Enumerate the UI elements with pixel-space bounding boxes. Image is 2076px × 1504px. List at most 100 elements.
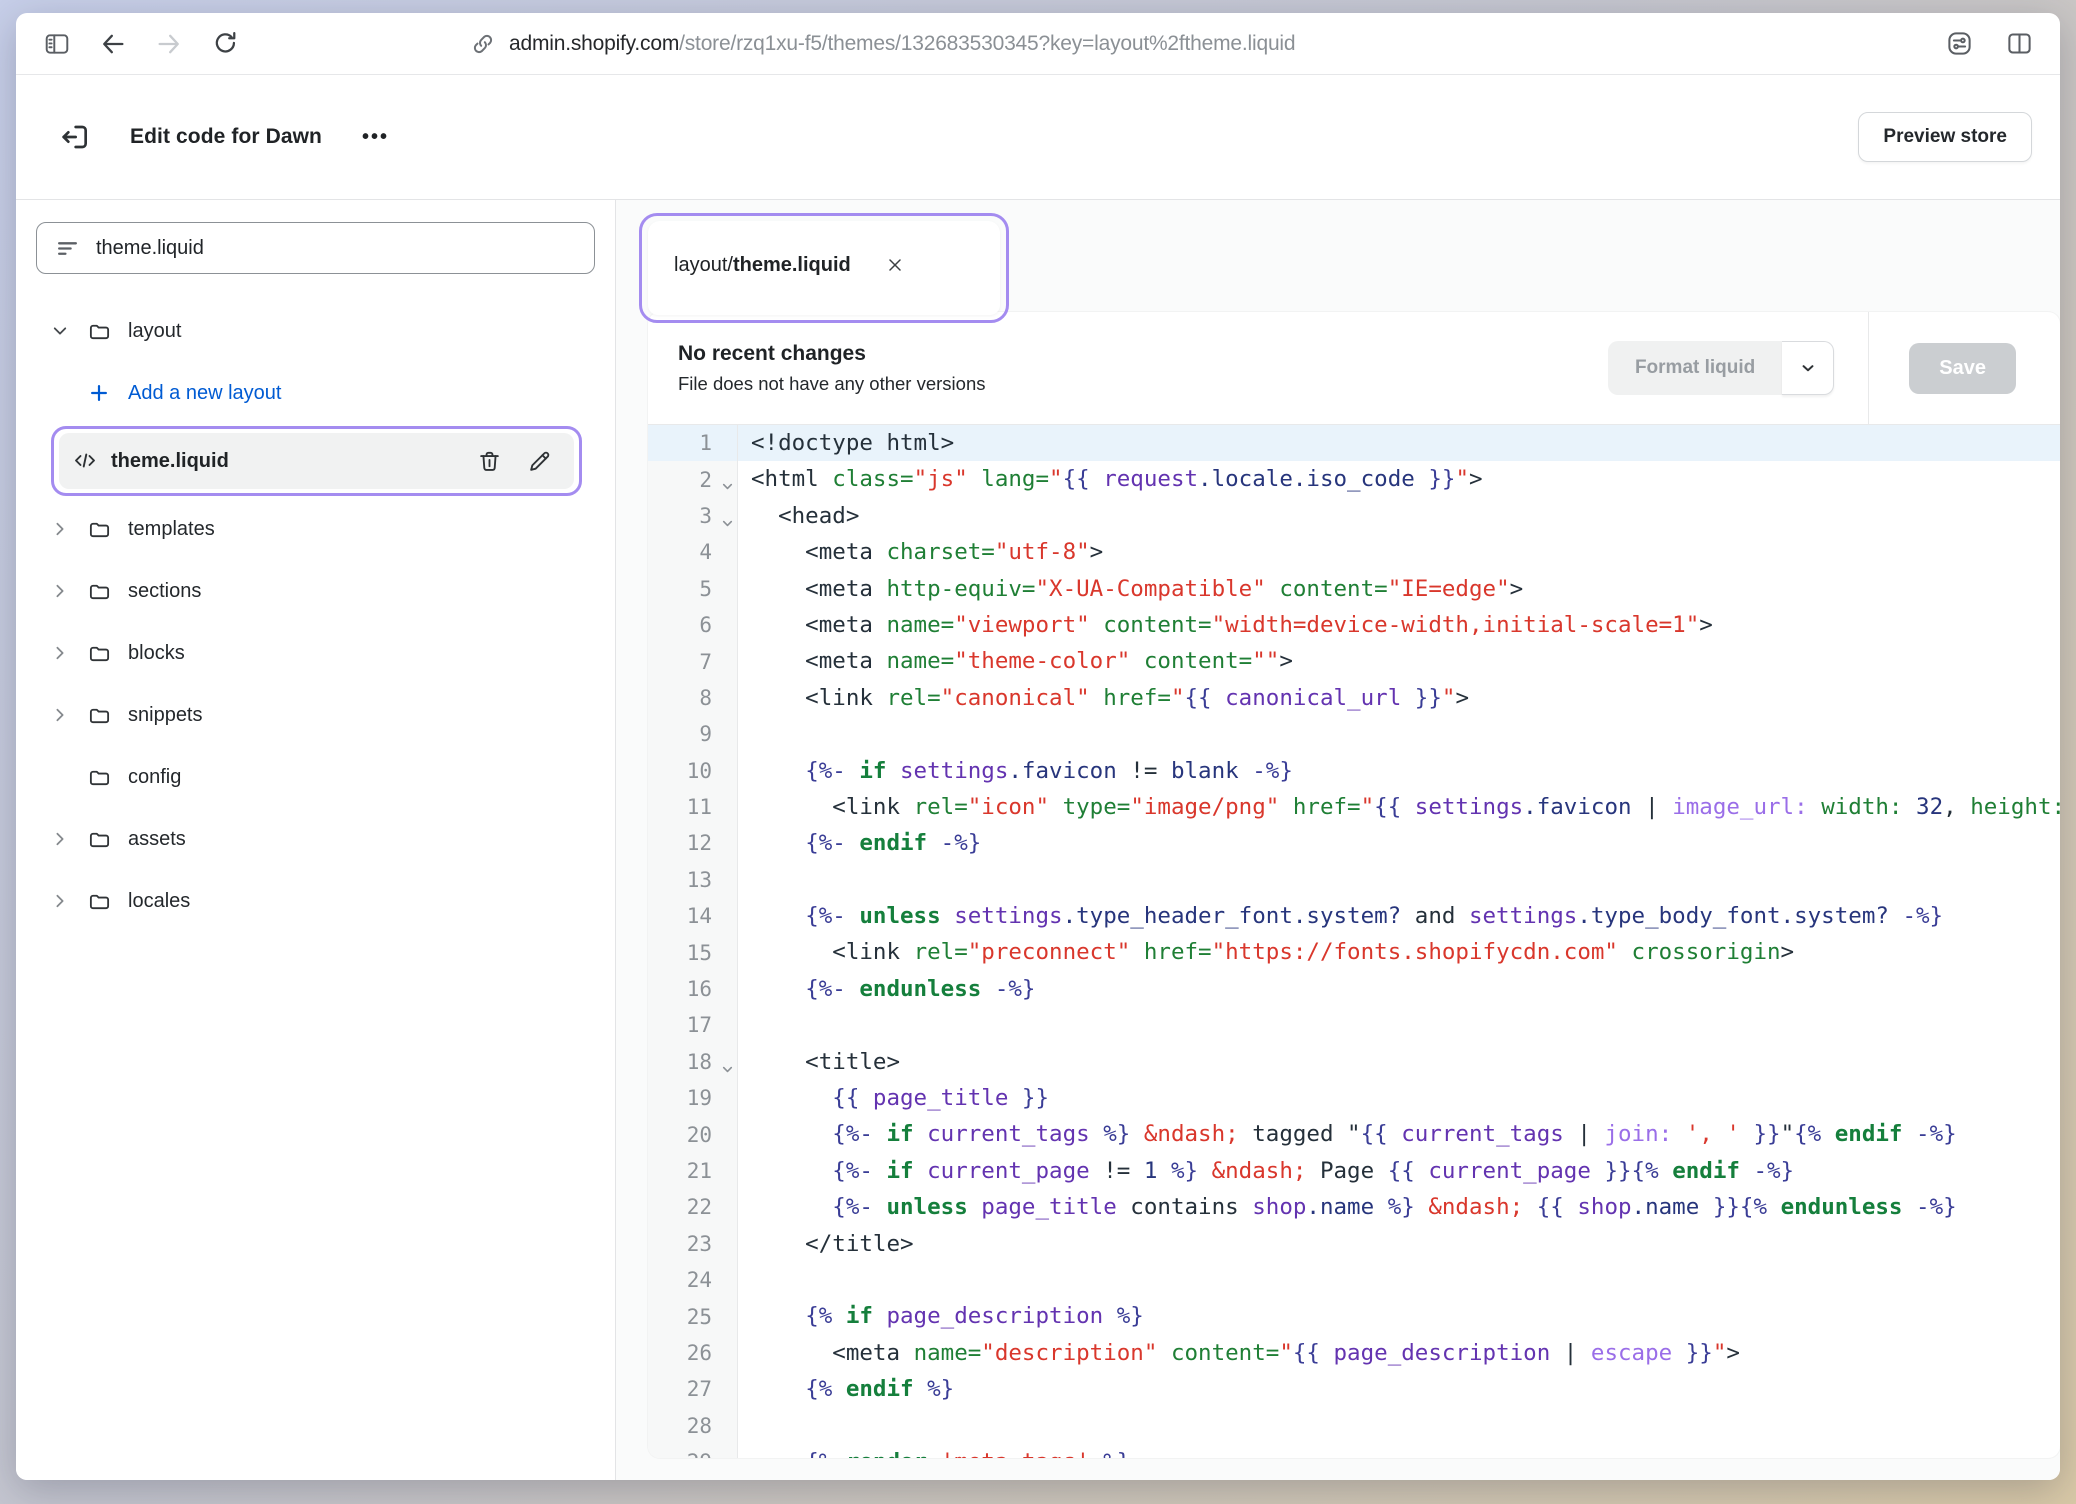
more-actions-button[interactable]: ••• bbox=[362, 126, 389, 149]
fold-toggle[interactable] bbox=[721, 1057, 734, 1081]
code-editor[interactable]: 1234567891011121314151617181920212223242… bbox=[648, 425, 2060, 1458]
folder-icon bbox=[88, 828, 111, 851]
sidebar-toggle-icon[interactable] bbox=[40, 27, 74, 61]
save-button[interactable]: Save bbox=[1909, 343, 2016, 394]
tree-chevron[interactable] bbox=[50, 582, 70, 600]
code-line-10[interactable]: {%- if settings.favicon != blank -%} bbox=[738, 753, 2060, 789]
browser-window: admin.shopify.com/store/rzq1xu-f5/themes… bbox=[16, 13, 2060, 1480]
line-number-26: 26 bbox=[648, 1335, 737, 1371]
back-icon[interactable] bbox=[96, 27, 130, 61]
fold-toggle[interactable] bbox=[721, 474, 734, 498]
format-liquid-button[interactable]: Format liquid bbox=[1608, 341, 1782, 395]
browser-settings-icon[interactable] bbox=[1942, 27, 1976, 61]
code-line-17[interactable] bbox=[738, 1007, 2060, 1043]
delete-file-button[interactable] bbox=[472, 444, 506, 478]
code-line-6[interactable]: <meta name="viewport" content="width=dev… bbox=[738, 607, 2060, 643]
sidebar-item-templates[interactable]: templates bbox=[36, 498, 595, 560]
code-line-8[interactable]: <link rel="canonical" href="{{ canonical… bbox=[738, 680, 2060, 716]
tab-file-name: theme.liquid bbox=[733, 254, 851, 277]
tree-chevron[interactable] bbox=[50, 644, 70, 662]
fold-chevron-icon bbox=[721, 480, 734, 493]
code-line-2[interactable]: <html class="js" lang="{{ request.locale… bbox=[738, 461, 2060, 497]
code-line-7[interactable]: <meta name="theme-color" content=""> bbox=[738, 643, 2060, 679]
fold-toggle[interactable] bbox=[721, 511, 734, 535]
line-number-9: 9 bbox=[648, 716, 737, 752]
code-line-20[interactable]: {%- if current_tags %} &ndash; tagged "{… bbox=[738, 1116, 2060, 1152]
folder-icon bbox=[88, 320, 111, 343]
code-line-3[interactable]: <head> bbox=[738, 498, 2060, 534]
code-line-27[interactable]: {% endif %} bbox=[738, 1371, 2060, 1407]
delete-icon bbox=[477, 449, 502, 474]
line-number-22: 22 bbox=[648, 1189, 737, 1225]
line-number-27: 27 bbox=[648, 1371, 737, 1407]
rename-icon bbox=[527, 449, 552, 474]
reload-icon[interactable] bbox=[208, 27, 242, 61]
page-title: Edit code for Dawn bbox=[130, 125, 322, 149]
sidebar-item-assets[interactable]: assets bbox=[36, 808, 595, 870]
tree-label: layout bbox=[128, 320, 181, 343]
code-line-9[interactable] bbox=[738, 716, 2060, 752]
file-sidebar: theme.liquid layout Add a new layout theme… bbox=[16, 200, 616, 1480]
sidebar-item-snippets[interactable]: snippets bbox=[36, 684, 595, 746]
version-status-subtitle: File does not have any other versions bbox=[678, 373, 985, 395]
tree-chevron[interactable] bbox=[50, 520, 70, 538]
tree-label: assets bbox=[128, 828, 186, 851]
format-liquid-dropdown[interactable] bbox=[1782, 341, 1834, 395]
code-line-19[interactable]: {{ page_title }} bbox=[738, 1080, 2060, 1116]
fold-chevron-icon bbox=[721, 1063, 734, 1076]
sidebar-item-blocks[interactable]: blocks bbox=[36, 622, 595, 684]
sidebar-item-layout[interactable]: layout bbox=[36, 300, 595, 362]
code-line-16[interactable]: {%- endunless -%} bbox=[738, 971, 2060, 1007]
exit-editor-icon[interactable] bbox=[54, 116, 96, 158]
line-number-21: 21 bbox=[648, 1153, 737, 1189]
add-new-layout-link[interactable]: Add a new layout bbox=[36, 362, 595, 424]
code-line-22[interactable]: {%- unless page_title contains shop.name… bbox=[738, 1189, 2060, 1225]
code-line-15[interactable]: <link rel="preconnect" href="https://fon… bbox=[738, 934, 2060, 970]
code-line-13[interactable] bbox=[738, 862, 2060, 898]
tree-chevron[interactable] bbox=[50, 322, 70, 340]
sidebar-item-locales[interactable]: locales bbox=[36, 870, 595, 932]
code-line-1[interactable]: <!doctype html> bbox=[738, 425, 2060, 461]
search-value: theme.liquid bbox=[96, 237, 204, 260]
code-line-18[interactable]: <title> bbox=[738, 1044, 2060, 1080]
code-content[interactable]: <!doctype html><html class="js" lang="{{… bbox=[738, 425, 2060, 1458]
sidebar-item-theme.liquid[interactable]: theme.liquid bbox=[59, 433, 574, 489]
address-bar[interactable]: admin.shopify.com/store/rzq1xu-f5/themes… bbox=[471, 13, 1295, 74]
code-line-28[interactable] bbox=[738, 1408, 2060, 1444]
chevron-right-icon bbox=[51, 582, 69, 600]
file-search-input[interactable]: theme.liquid bbox=[36, 222, 595, 274]
chevron-down-icon bbox=[51, 322, 69, 340]
browser-chrome: admin.shopify.com/store/rzq1xu-f5/themes… bbox=[16, 13, 2060, 75]
code-line-24[interactable] bbox=[738, 1262, 2060, 1298]
tab-theme-liquid[interactable]: layout/theme.liquid bbox=[648, 221, 1000, 315]
forward-icon[interactable] bbox=[152, 27, 186, 61]
sidebar-item-config[interactable]: config bbox=[36, 746, 595, 808]
tree-chevron[interactable] bbox=[50, 706, 70, 724]
code-line-5[interactable]: <meta http-equiv="X-UA-Compatible" conte… bbox=[738, 571, 2060, 607]
code-line-29[interactable]: {% render 'meta-tags' %} bbox=[738, 1444, 2060, 1458]
sidebar-item-sections[interactable]: sections bbox=[36, 560, 595, 622]
chevron-right-icon bbox=[51, 892, 69, 910]
tree-label: locales bbox=[128, 890, 190, 913]
code-line-23[interactable]: </title> bbox=[738, 1226, 2060, 1262]
tree-chevron[interactable] bbox=[50, 892, 70, 910]
code-line-21[interactable]: {%- if current_page != 1 %} &ndash; Page… bbox=[738, 1153, 2060, 1189]
line-number-6: 6 bbox=[648, 607, 737, 643]
line-number-25: 25 bbox=[648, 1298, 737, 1334]
line-number-2: 2 bbox=[648, 461, 737, 497]
code-line-12[interactable]: {%- endif -%} bbox=[738, 825, 2060, 861]
line-number-18: 18 bbox=[648, 1044, 737, 1080]
fold-chevron-icon bbox=[721, 517, 734, 530]
rename-file-button[interactable] bbox=[522, 444, 556, 478]
preview-store-button[interactable]: Preview store bbox=[1858, 112, 2032, 162]
code-line-26[interactable]: <meta name="description" content="{{ pag… bbox=[738, 1335, 2060, 1371]
tree-chevron[interactable] bbox=[50, 830, 70, 848]
code-line-25[interactable]: {% if page_description %} bbox=[738, 1298, 2060, 1334]
code-line-11[interactable]: <link rel="icon" type="image/png" href="… bbox=[738, 789, 2060, 825]
link-icon bbox=[471, 32, 495, 56]
code-line-14[interactable]: {%- unless settings.type_header_font.sys… bbox=[738, 898, 2060, 934]
code-line-4[interactable]: <meta charset="utf-8"> bbox=[738, 534, 2060, 570]
tab-close-icon[interactable] bbox=[885, 255, 905, 275]
line-number-gutter: 1234567891011121314151617181920212223242… bbox=[648, 425, 738, 1458]
split-view-icon[interactable] bbox=[2002, 27, 2036, 61]
